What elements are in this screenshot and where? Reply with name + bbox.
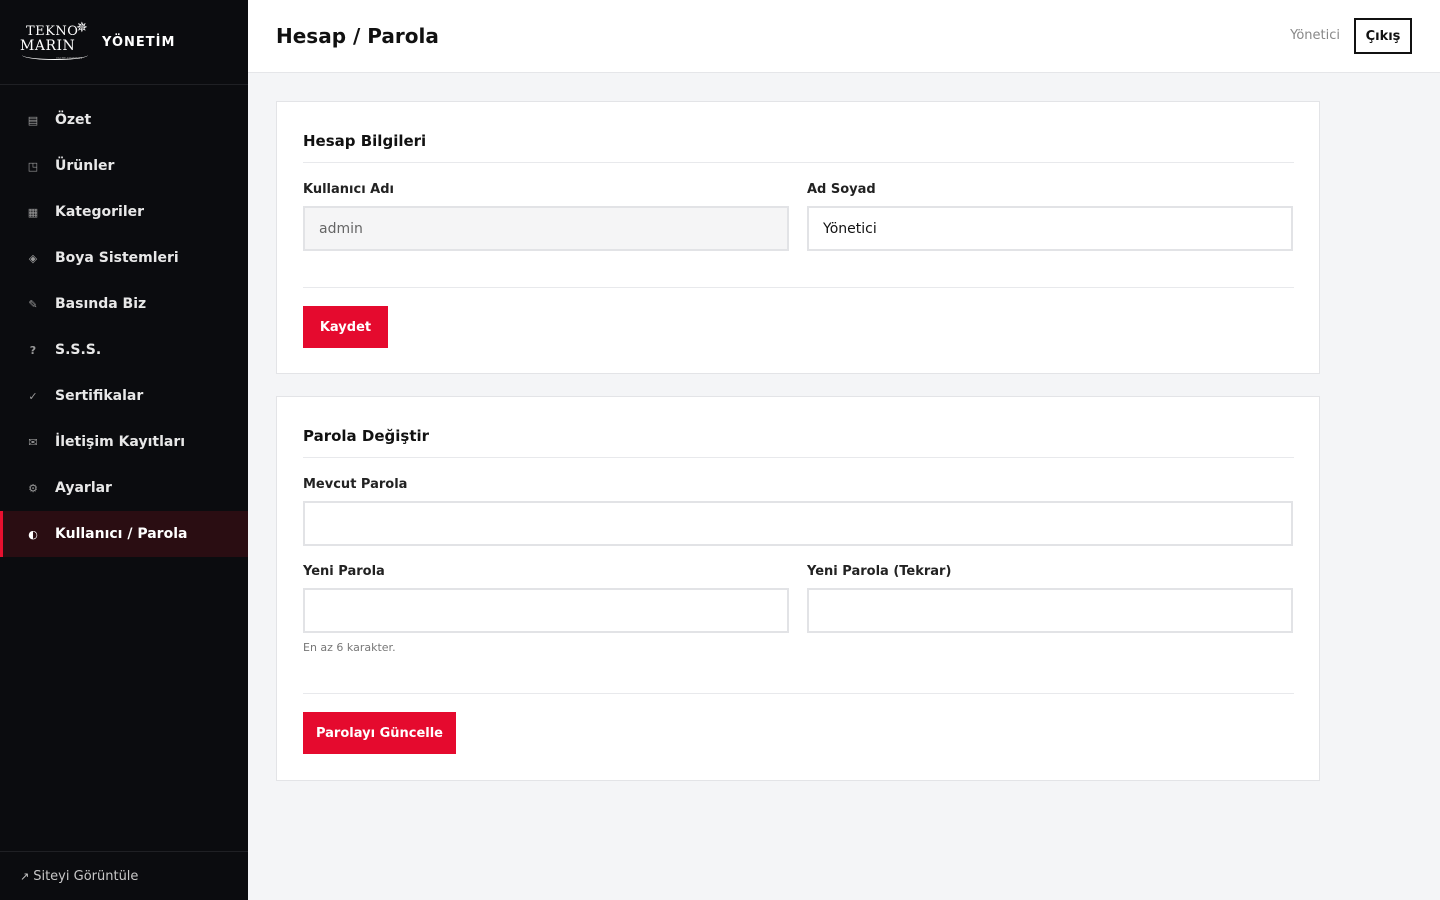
grid-icon: ▦ [27, 205, 39, 219]
divider [303, 457, 1294, 458]
new-password-label: Yeni Parola [303, 564, 385, 579]
sidebar-item-label: İletişim Kayıtları [55, 434, 186, 450]
divider [303, 287, 1294, 288]
sidebar-item-label: Basında Biz [55, 296, 147, 312]
topbar: Hesap / Parola Yönetici Çıkış [248, 0, 1440, 73]
sidebar-item-label: Ürünler [55, 158, 115, 174]
sidebar-item-boya-sistemleri[interactable]: ◈ Boya Sistemleri [0, 235, 248, 281]
pencil-icon: ✎ [28, 297, 38, 311]
sidebar-nav: ▤ Özet ◳ Ürünler ▦ Kategoriler ◈ Boya Si… [0, 97, 248, 557]
username-field[interactable]: admin [303, 206, 789, 251]
repeat-password-field[interactable] [807, 588, 1293, 633]
ship-wheel-icon: ✵ [76, 20, 88, 36]
dashboard-icon: ▤ [27, 113, 39, 127]
current-user: Yönetici [1290, 28, 1340, 43]
sidebar-item-label: Özet [55, 112, 92, 128]
username-label: Kullanıcı Adı [303, 182, 395, 197]
divider [303, 693, 1294, 694]
change-password-title: Parola Değiştir [303, 427, 430, 445]
page-title: Hesap / Parola [276, 24, 439, 48]
sidebar-item-label: Ayarlar [55, 480, 112, 496]
sidebar-item-kategoriler[interactable]: ▦ Kategoriler [0, 189, 248, 235]
brand[interactable]: TEKNO ✵ MARIN YACHT COATINGS YÖNETİM [0, 0, 248, 85]
current-password-field[interactable] [303, 501, 1293, 546]
update-password-button[interactable]: Parolayı Güncelle [303, 712, 456, 754]
password-hint: En az 6 karakter. [303, 641, 396, 654]
account-info-card: Hesap Bilgileri Kullanıcı Adı admin Ad S… [276, 101, 1320, 374]
divider [303, 162, 1294, 163]
sidebar-item-urunler[interactable]: ◳ Ürünler [0, 143, 248, 189]
sidebar-item-label: Boya Sistemleri [55, 250, 179, 266]
gear-icon: ⚙ [28, 481, 38, 495]
sidebar-item-sertifikalar[interactable]: ✓ Sertifikalar [0, 373, 248, 419]
brand-title: YÖNETİM [102, 34, 176, 50]
teknomarin-logo: TEKNO ✵ MARIN YACHT COATINGS [20, 20, 88, 60]
sidebar-item-basinda-biz[interactable]: ✎ Basında Biz [0, 281, 248, 327]
diamond-icon: ◈ [28, 251, 38, 265]
sidebar-item-label: Kullanıcı / Parola [55, 526, 188, 542]
account-info-title: Hesap Bilgileri [303, 132, 427, 150]
sidebar-item-kullanici-parola[interactable]: ◐ Kullanıcı / Parola [0, 511, 248, 557]
save-button[interactable]: Kaydet [303, 306, 388, 348]
user-half-icon: ◐ [28, 527, 38, 541]
fullname-field[interactable]: Yönetici [807, 206, 1293, 251]
sidebar-item-iletisim-kayitlari[interactable]: ✉ İletişim Kayıtları [0, 419, 248, 465]
change-password-card: Parola Değiştir Mevcut Parola Yeni Parol… [276, 396, 1320, 781]
sidebar-item-label: Kategoriler [55, 204, 145, 220]
repeat-password-label: Yeni Parola (Tekrar) [807, 564, 952, 579]
view-site-label: Siteyi Görüntüle [33, 868, 139, 884]
logout-button[interactable]: Çıkış [1354, 18, 1412, 54]
mail-icon: ✉ [28, 435, 38, 449]
check-icon: ✓ [28, 389, 38, 403]
sidebar-item-sss[interactable]: ? S.S.S. [0, 327, 248, 373]
box-icon: ◳ [27, 159, 39, 173]
sidebar: TEKNO ✵ MARIN YACHT COATINGS YÖNETİM ▤ Ö… [0, 0, 248, 900]
external-link-icon: ↗ [20, 869, 30, 883]
sidebar-item-ayarlar[interactable]: ⚙ Ayarlar [0, 465, 248, 511]
question-icon: ? [29, 343, 37, 357]
fullname-label: Ad Soyad [807, 182, 876, 197]
sidebar-item-label: S.S.S. [55, 342, 102, 358]
view-site-link[interactable]: ↗ Siteyi Görüntüle [0, 851, 248, 900]
sidebar-item-label: Sertifikalar [55, 388, 144, 404]
new-password-field[interactable] [303, 588, 789, 633]
current-password-label: Mevcut Parola [303, 477, 408, 492]
sidebar-item-ozet[interactable]: ▤ Özet [0, 97, 248, 143]
